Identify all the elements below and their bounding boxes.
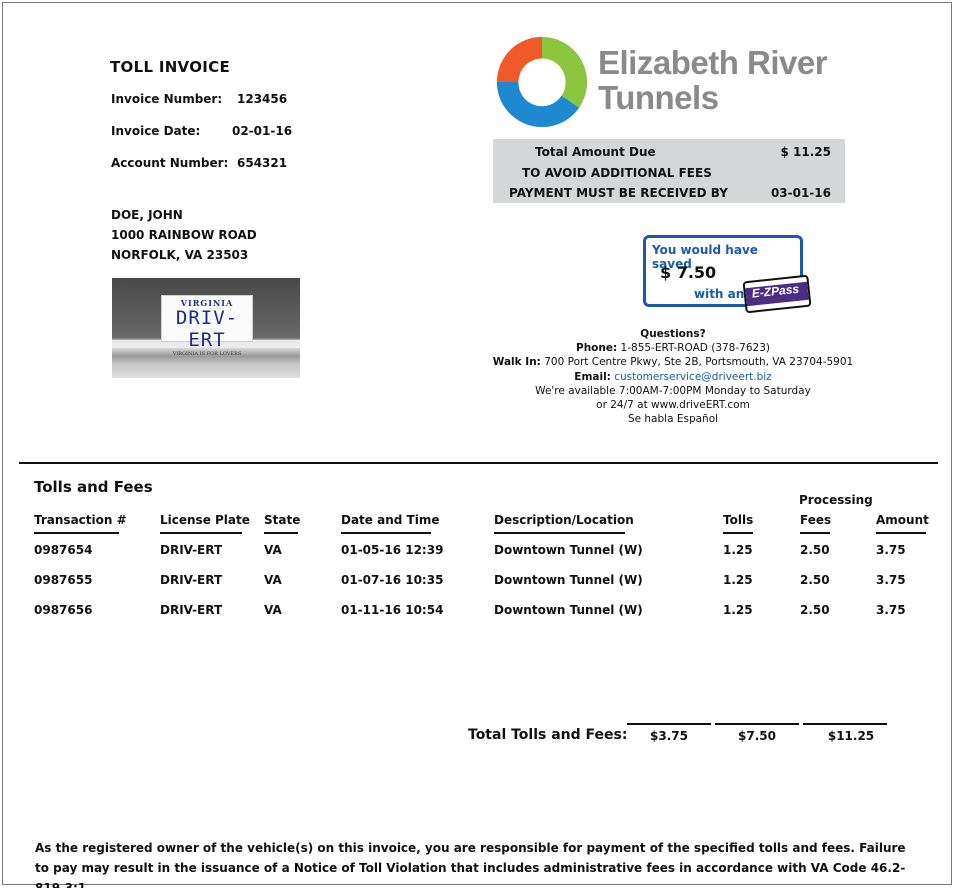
header-description: Description/Location	[494, 513, 634, 527]
header-underline	[34, 532, 119, 534]
row2-description: Downtown Tunnel (W)	[494, 573, 643, 587]
walkin-label: Walk In:	[492, 356, 541, 369]
brand-line1: Elizabeth River	[598, 44, 828, 81]
row3-amount: 3.75	[876, 603, 906, 617]
row3-fees: 2.50	[800, 603, 830, 617]
row2-state: VA	[264, 573, 282, 587]
invoice-date-label: Invoice Date:	[111, 124, 201, 138]
payment-deadline-label: PAYMENT MUST BE RECEIVED BY	[509, 186, 728, 200]
row2-amount: 3.75	[876, 573, 906, 587]
header-underline	[264, 532, 298, 534]
header-processing: Processing	[799, 493, 873, 507]
row1-datetime: 01-05-16 12:39	[341, 543, 444, 557]
header-underline	[160, 532, 242, 534]
ezpass-savings-amount: $ 7.50	[660, 263, 717, 282]
row1-fees: 2.50	[800, 543, 830, 557]
header-underline	[876, 532, 926, 534]
hours-line: We're available 7:00AM-7:00PM Monday to …	[535, 384, 811, 397]
invoice-date: 02-01-16	[232, 124, 293, 138]
row2-fees: 2.50	[800, 573, 830, 587]
header-state: State	[264, 513, 301, 527]
brand-line2: Tunnels	[598, 79, 719, 116]
fees-warning: TO AVOID ADDITIONAL FEES	[522, 166, 712, 180]
totals-label: Total Tolls and Fees:	[468, 727, 628, 743]
header-transaction: Transaction #	[34, 513, 127, 527]
header-underline	[494, 532, 625, 534]
payment-deadline-date: 03-01-16	[770, 186, 831, 200]
row3-tolls: 1.25	[723, 603, 753, 617]
row2-plate: DRIV-ERT	[160, 573, 223, 587]
totals-line	[627, 723, 711, 725]
header-fees: Fees	[800, 513, 832, 527]
walkin-line: Walk In: 700 Port Centre Pkwy, Ste 2B, P…	[483, 355, 863, 369]
brand-name: Elizabeth River Tunnels	[598, 44, 828, 116]
ezpass-logo-icon: E-ZPass	[742, 274, 812, 314]
license-plate: VIRGINIA DRIV-ERT VIRGINIA IS FOR LOVERS	[161, 295, 253, 357]
invoice-number-label: Invoice Number:	[111, 92, 223, 106]
total-tolls: $3.75	[650, 729, 688, 743]
row3-datetime: 01-11-16 10:54	[341, 603, 444, 617]
invoice-number: 123456	[237, 92, 288, 106]
row2-tolls: 1.25	[723, 573, 753, 587]
header-plate: License Plate	[160, 513, 250, 527]
row2-transaction: 0987655	[34, 573, 93, 587]
phone-label: Phone:	[576, 342, 618, 355]
invoice-title: TOLL INVOICE	[110, 58, 230, 76]
customer-street: 1000 RAINBOW ROAD	[111, 228, 257, 242]
ezpass-with-text: with an	[694, 287, 745, 301]
header-amount: Amount	[876, 513, 929, 527]
row1-description: Downtown Tunnel (W)	[494, 543, 643, 557]
row1-tolls: 1.25	[723, 543, 753, 557]
customer-name: DOE, JOHN	[111, 208, 183, 222]
account-number-label: Account Number:	[111, 156, 229, 170]
ert-logo-icon	[496, 36, 588, 128]
legal-notice: As the registered owner of the vehicle(s…	[35, 841, 906, 888]
totals-line	[803, 723, 887, 725]
email-label: Email:	[574, 370, 611, 383]
website-line: or 24/7 at www.driveERT.com	[596, 399, 750, 412]
spanish-line: Se habla Español	[627, 413, 719, 426]
invoice-page: TOLL INVOICE Invoice Number: 123456 Invo…	[2, 2, 952, 888]
email-link[interactable]: customerservice@driveert.biz	[614, 371, 771, 383]
questions-heading: Questions?	[640, 328, 706, 340]
total-due-label: Total Amount Due	[535, 145, 656, 159]
customer-city: NORFOLK, VA 23503	[111, 248, 249, 262]
phone-number[interactable]: 1-855-ERT-ROAD (378-7623)	[617, 342, 770, 354]
row1-state: VA	[264, 543, 282, 557]
row3-transaction: 0987656	[34, 603, 93, 617]
header-datetime: Date and Time	[341, 513, 440, 527]
walkin-address: 700 Port Centre Pkwy, Ste 2B, Portsmouth…	[540, 356, 854, 369]
plate-slogan: VIRGINIA IS FOR LOVERS	[172, 351, 242, 357]
row3-plate: DRIV-ERT	[160, 603, 223, 617]
email-line: Email: customerservice@driveert.biz	[483, 370, 863, 384]
tolls-section-title: Tolls and Fees	[34, 478, 153, 496]
header-underline	[341, 532, 431, 534]
row3-state: VA	[264, 603, 282, 617]
row3-description: Downtown Tunnel (W)	[494, 603, 643, 617]
totals-line	[715, 723, 799, 725]
header-underline	[800, 532, 830, 534]
total-due-amount: $ 11.25	[780, 145, 831, 159]
contact-info: Questions? Phone: 1-855-ERT-ROAD (378-76…	[483, 327, 863, 426]
license-plate-photo: VIRGINIA DRIV-ERT VIRGINIA IS FOR LOVERS	[112, 278, 300, 378]
amount-due-box: Total Amount Due $ 11.25 TO AVOID ADDITI…	[493, 139, 845, 203]
total-amount: $11.25	[827, 729, 875, 743]
header-tolls: Tolls	[723, 513, 754, 527]
section-divider	[19, 462, 938, 464]
header-underline	[723, 532, 753, 534]
total-fees: $7.50	[738, 729, 776, 743]
row2-datetime: 01-07-16 10:35	[341, 573, 444, 587]
row1-transaction: 0987654	[34, 543, 93, 557]
row1-plate: DRIV-ERT	[160, 543, 223, 557]
row1-amount: 3.75	[876, 543, 906, 557]
plate-number: DRIV-ERT	[175, 307, 239, 351]
account-number: 654321	[237, 156, 288, 170]
phone-line: Phone: 1-855-ERT-ROAD (378-7623)	[483, 341, 863, 355]
